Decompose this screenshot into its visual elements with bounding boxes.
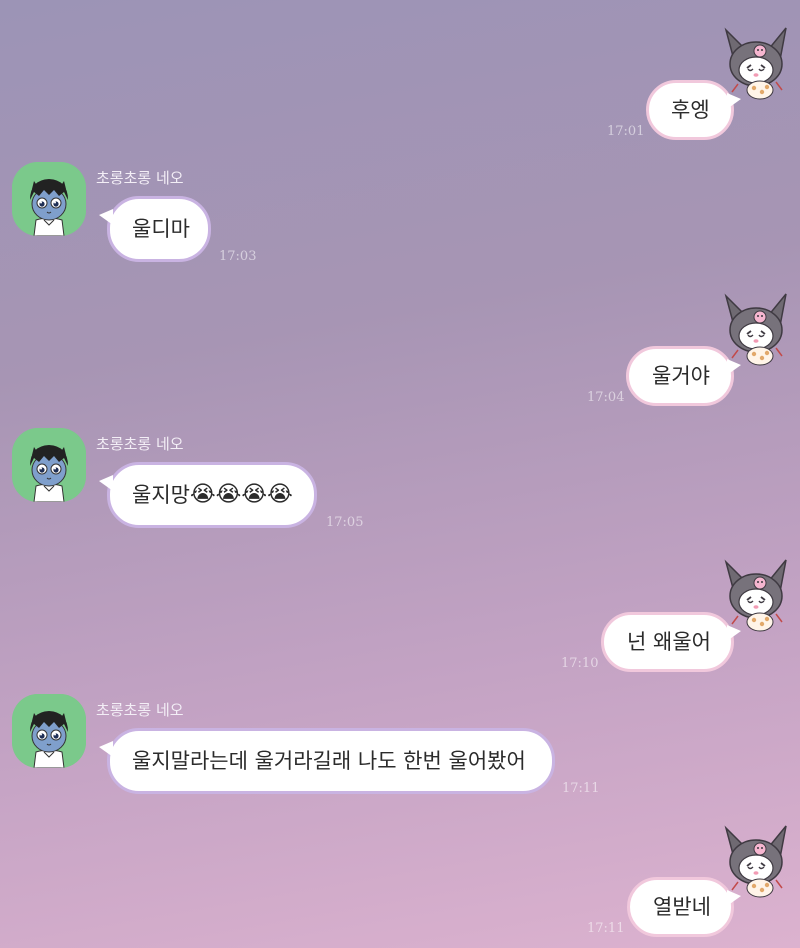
message-text: 울지망 — [132, 482, 190, 507]
message-bubble[interactable]: 울지말라는데 울거라길래 나도 한번 울어봤어 — [99, 728, 555, 794]
message-bubble[interactable]: 넌 왜울어 — [601, 612, 741, 672]
message-bubble[interactable]: 열받네 — [627, 877, 741, 937]
message-time: 17:04 — [587, 390, 625, 405]
neo-avatar-icon[interactable] — [12, 428, 86, 502]
message-time: 17:01 — [607, 124, 645, 139]
neo-avatar-icon[interactable] — [12, 694, 86, 768]
sender-name: 초롱초롱 네오 — [96, 435, 184, 453]
message-text: 울디마 — [132, 216, 190, 241]
message-text: 울지말라는데 울거라길래 나도 한번 울어봤어 — [132, 748, 526, 773]
message-time: 17:10 — [561, 656, 599, 671]
message-text: 후엥 — [671, 97, 710, 122]
message-bubble[interactable]: 후엥 — [646, 80, 741, 140]
crying-emoji-icon: 😭😭😭😭 — [189, 482, 293, 507]
sender-name: 초롱초롱 네오 — [96, 701, 184, 719]
chat-room: 후엥 17:01 초롱초롱 네오 울디마 17:03 울거야 17:04 초롱초… — [0, 0, 800, 948]
message-time: 17:11 — [587, 921, 625, 936]
message-text: 울거야 — [652, 363, 710, 388]
message-bubble[interactable]: 울거야 — [626, 346, 741, 406]
message-time: 17:03 — [219, 249, 257, 264]
message-text: 열받네 — [653, 894, 711, 919]
sender-name: 초롱초롱 네오 — [96, 169, 184, 187]
neo-avatar-icon[interactable] — [12, 162, 86, 236]
message-bubble[interactable]: 울디마 — [99, 196, 211, 262]
message-bubble[interactable]: 울지망 😭😭😭😭 — [99, 462, 317, 528]
message-time: 17:05 — [326, 515, 364, 530]
message-text: 넌 왜울어 — [627, 629, 711, 654]
message-time: 17:11 — [562, 781, 600, 796]
